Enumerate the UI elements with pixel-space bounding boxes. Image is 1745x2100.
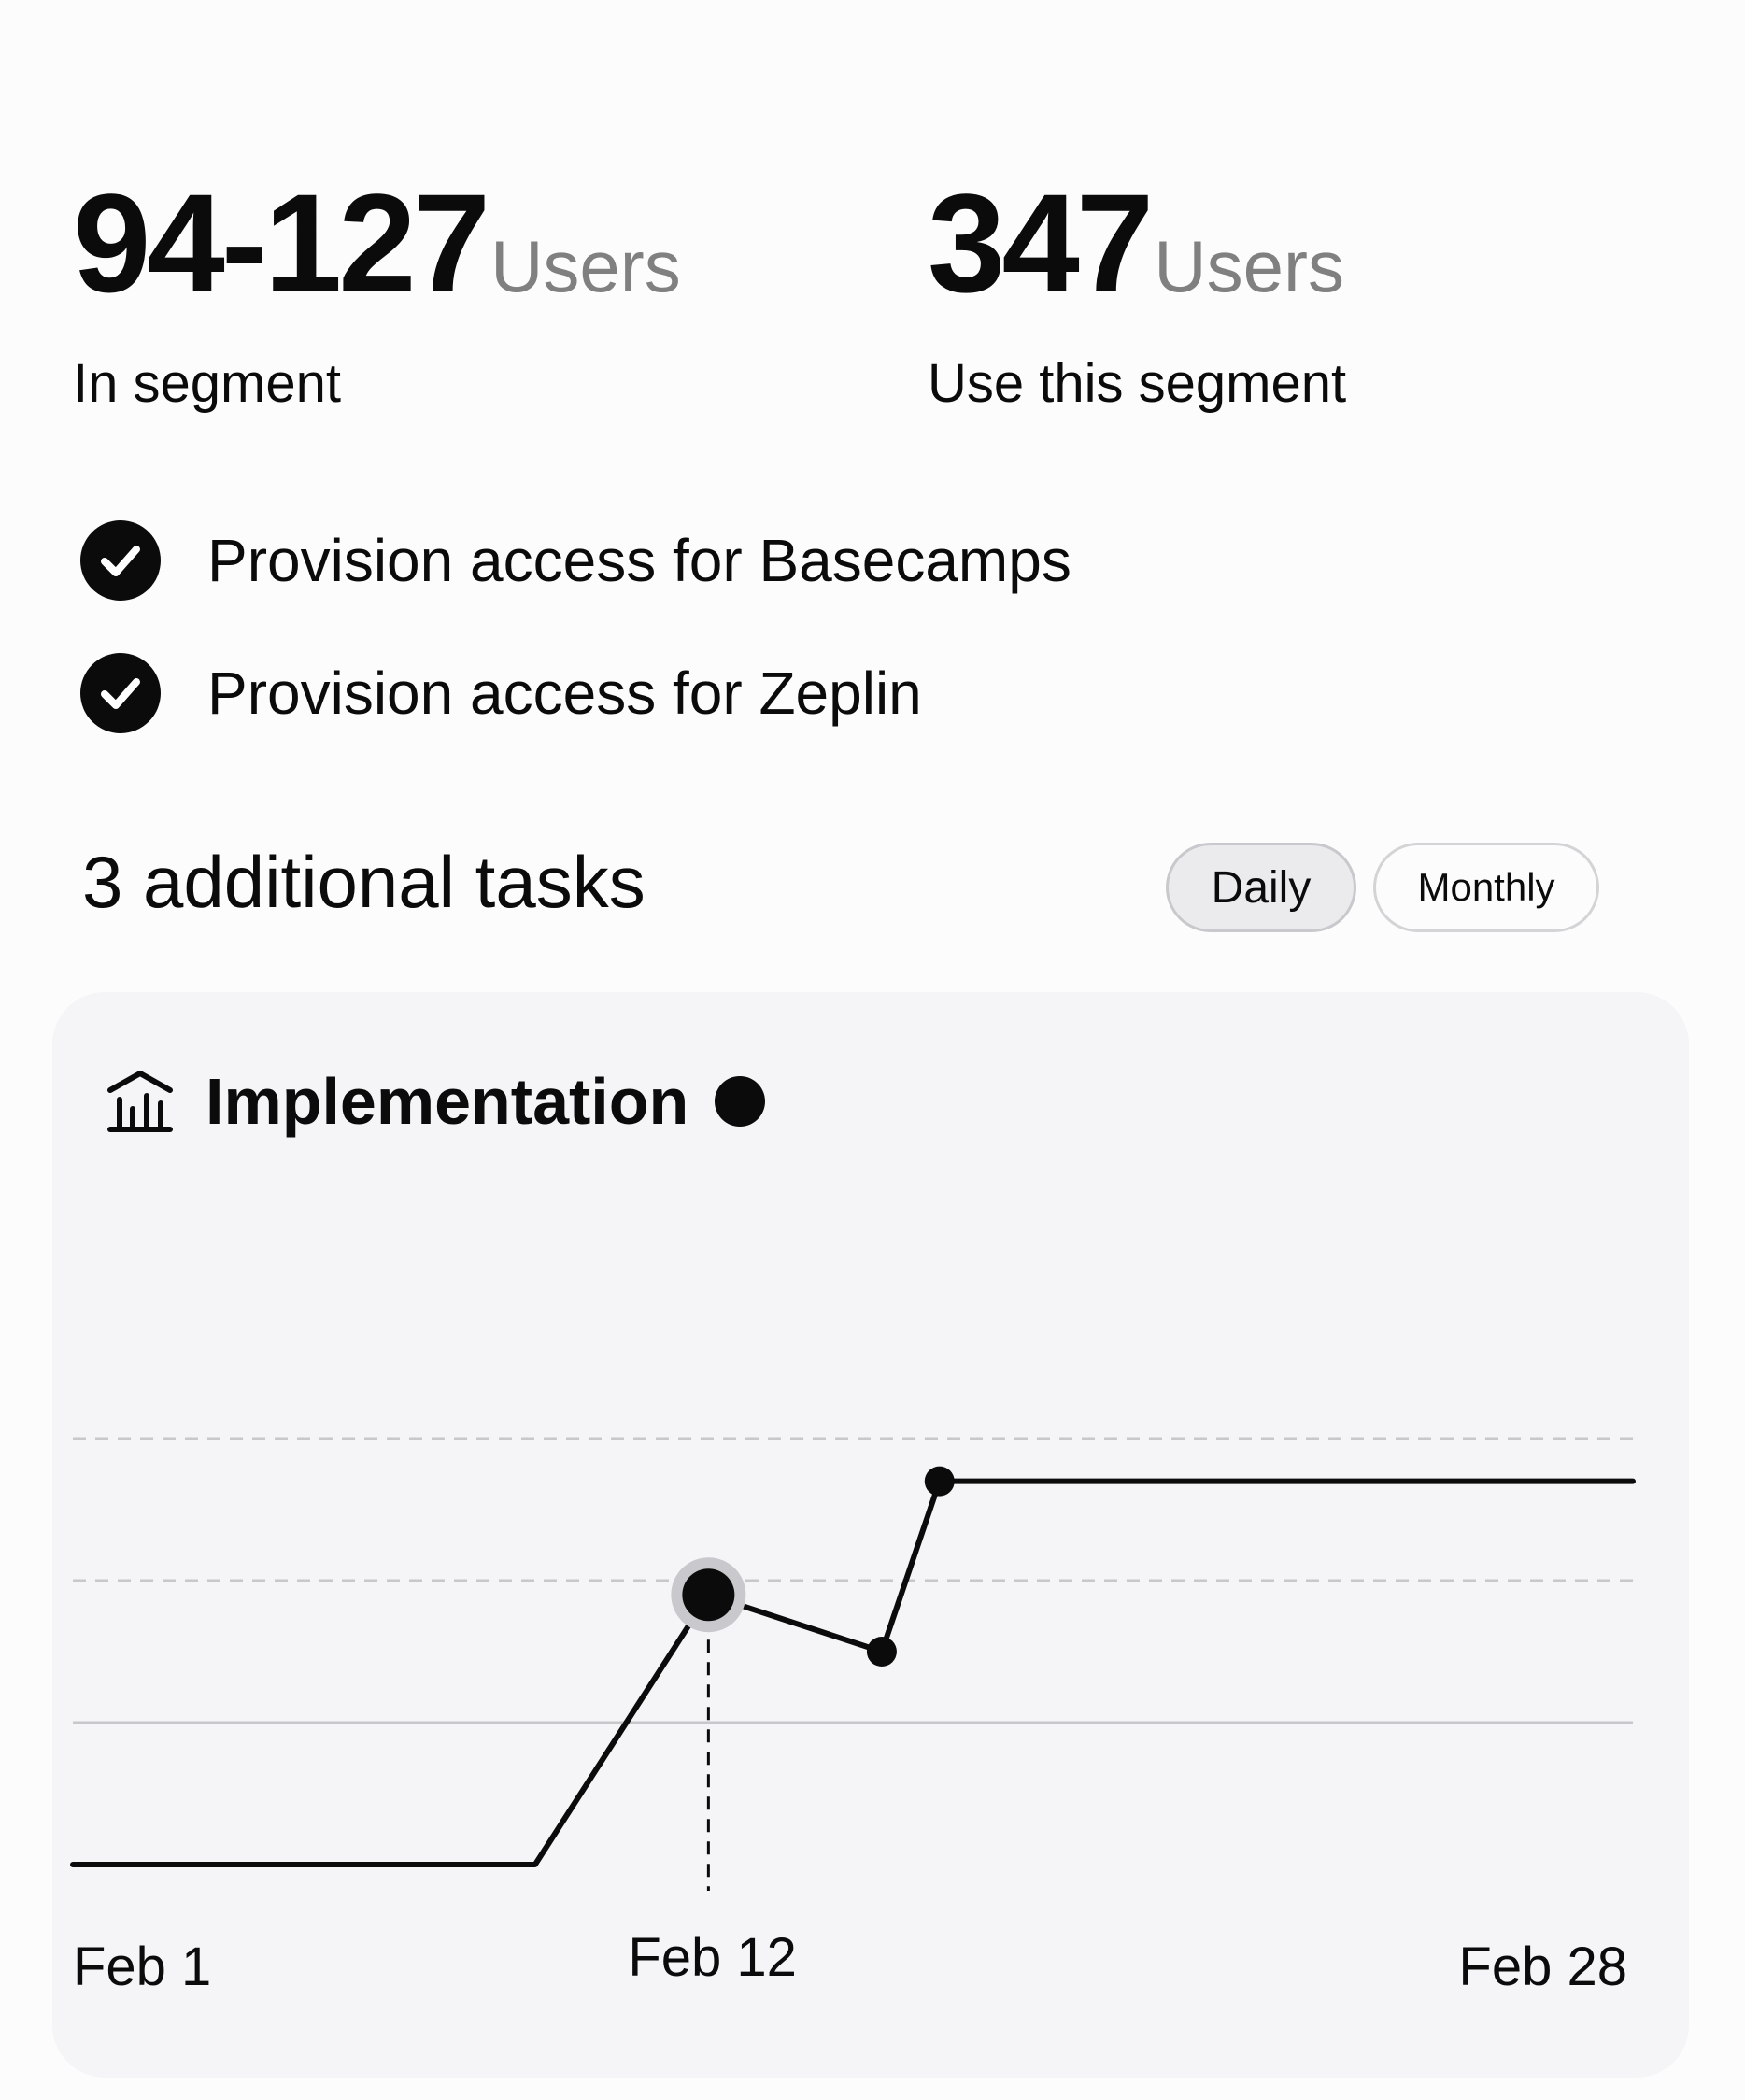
stat-value: 347 <box>928 164 1154 321</box>
stat-in-segment: 94-127 Users In segment <box>73 164 681 414</box>
stat-unit: Users <box>490 225 681 307</box>
line-chart <box>70 1437 1636 1891</box>
stat-label: In segment <box>73 353 341 414</box>
x-tick-label: Feb 1 <box>73 1937 212 1997</box>
data-point-highlighted <box>682 1568 735 1622</box>
toggle-monthly[interactable]: Monthly <box>1373 843 1599 932</box>
stat-value: 94-127 <box>73 164 490 321</box>
data-point <box>866 1637 897 1667</box>
task-label: Provision access for Zeplin <box>207 660 922 727</box>
x-tick-label: Feb 28 <box>1458 1937 1627 1997</box>
check-circle-icon <box>80 520 161 601</box>
series-line <box>70 1478 1636 1867</box>
task-list: Provision access for Basecamps Provision… <box>80 518 1071 784</box>
task-label: Provision access for Basecamps <box>207 527 1071 594</box>
implementation-card: Implementation Feb 1 Feb 12 Feb 28 <box>52 992 1689 2078</box>
stat-use-segment: 347 Users Use this segment <box>928 164 1347 414</box>
stat-label: Use this segment <box>928 353 1347 414</box>
x-tick-label: Feb 12 <box>628 1927 797 1988</box>
task-item: Provision access for Zeplin <box>80 651 1071 735</box>
section-title: 3 additional tasks <box>82 841 646 923</box>
check-circle-icon <box>80 653 161 733</box>
toggle-daily[interactable]: Daily <box>1166 843 1356 932</box>
data-point <box>924 1466 955 1497</box>
stat-unit: Users <box>1154 225 1344 307</box>
task-item: Provision access for Basecamps <box>80 518 1071 603</box>
